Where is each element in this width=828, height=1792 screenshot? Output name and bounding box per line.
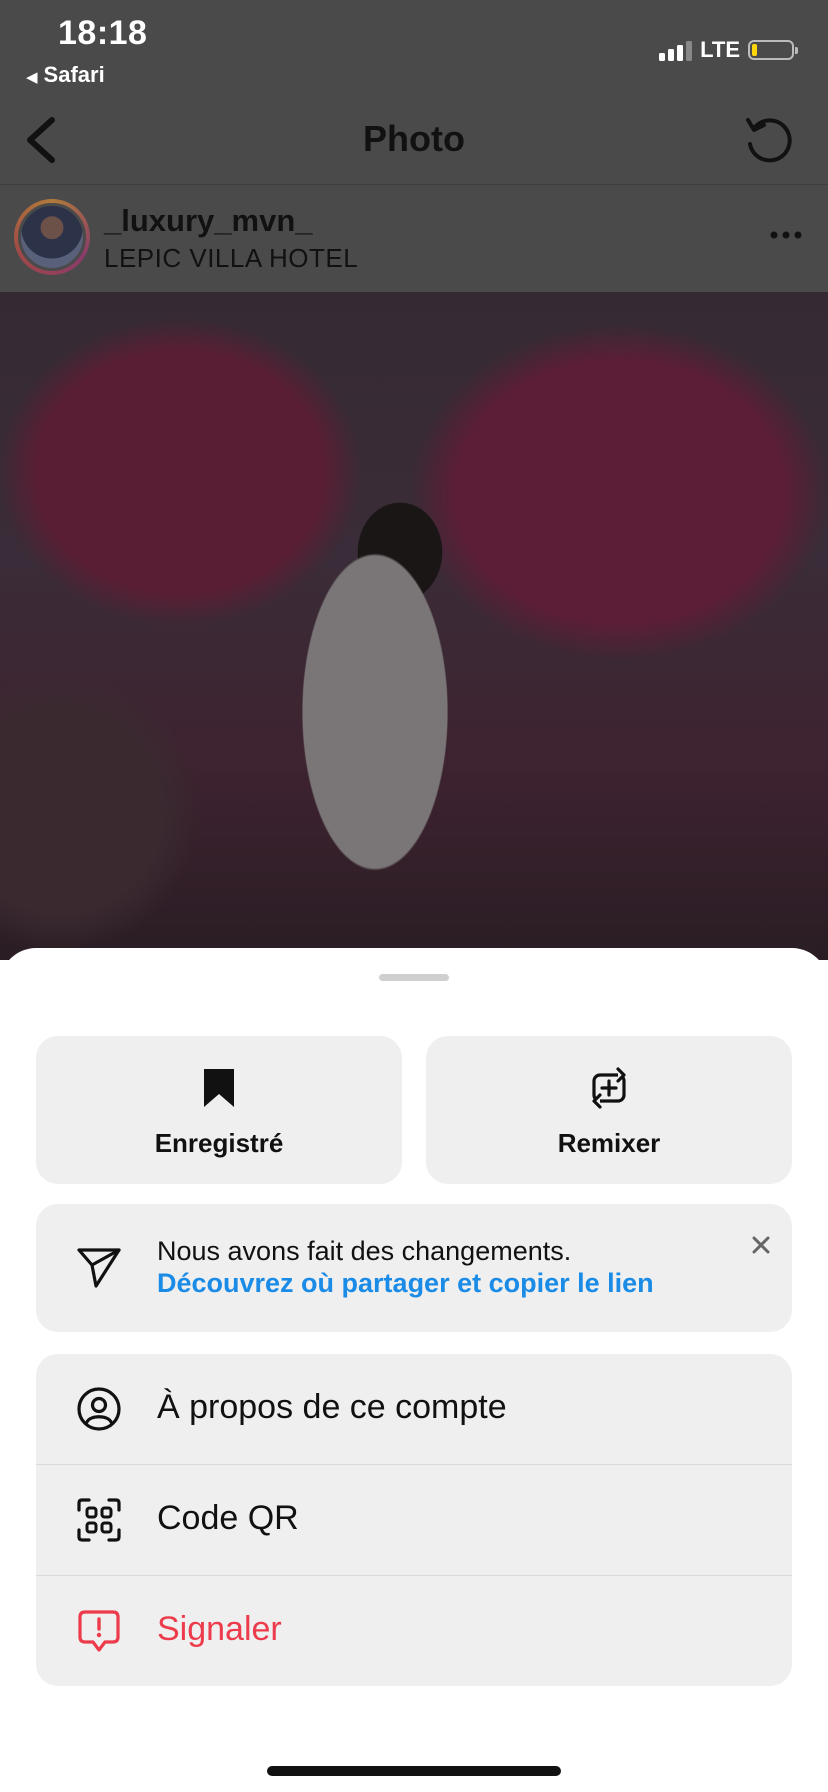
network-label: LTE — [700, 37, 740, 62]
changes-banner: Nous avons fait des changements. Découvr… — [36, 1204, 792, 1332]
back-triangle-icon: ◀ — [26, 69, 38, 86]
dimmed-background[interactable]: 18:18 ◀ Safari LTE Photo _luxury_mvn_ LEP… — [0, 0, 828, 960]
remix-button[interactable]: Remixer — [426, 1036, 792, 1184]
report-icon — [78, 1610, 120, 1652]
avatar[interactable] — [14, 199, 90, 275]
home-indicator[interactable] — [267, 1766, 561, 1776]
menu-item-about-account[interactable]: À propos de ce compte — [36, 1354, 792, 1464]
bookmark-filled-icon — [204, 1069, 234, 1107]
qr-code-icon — [77, 1498, 121, 1542]
post-username[interactable]: _luxury_mvn_ — [104, 203, 313, 239]
close-icon[interactable] — [746, 1230, 776, 1260]
sheet-grabber[interactable] — [379, 974, 449, 981]
banner-message: Nous avons fait des changements. — [157, 1236, 572, 1266]
saved-button[interactable]: Enregistré — [36, 1036, 402, 1184]
status-indicators: LTE — [659, 36, 798, 64]
menu-item-report[interactable]: Signaler — [36, 1576, 792, 1686]
menu-label-qr-code: Code QR — [157, 1499, 299, 1537]
signal-icon — [659, 39, 693, 61]
menu-label-about-account: À propos de ce compte — [157, 1388, 507, 1426]
nav-bar: Photo — [0, 100, 828, 184]
refresh-icon[interactable] — [742, 114, 794, 166]
back-to-app[interactable]: ◀ Safari — [26, 62, 105, 88]
battery-icon — [748, 40, 798, 60]
back-app-label: Safari — [43, 62, 105, 87]
bottom-sheet: Enregistré Remixer Nous avons fait des c… — [0, 948, 828, 1792]
send-icon — [77, 1248, 121, 1288]
page-title: Photo — [363, 118, 465, 159]
ellipsis-icon[interactable] — [766, 215, 806, 255]
menu-label-report: Signaler — [157, 1610, 282, 1648]
banner-link[interactable]: Découvrez où partager et copier le lien — [157, 1268, 654, 1299]
menu-item-qr-code[interactable]: Code QR — [36, 1465, 792, 1575]
saved-label: Enregistré — [154, 1128, 284, 1158]
remix-label: Remixer — [557, 1128, 661, 1158]
status-time: 18:18 — [58, 14, 148, 52]
post-header: _luxury_mvn_ LEPIC VILLA HOTEL — [0, 185, 828, 291]
post-location[interactable]: LEPIC VILLA HOTEL — [104, 243, 358, 274]
account-icon — [77, 1387, 121, 1431]
options-menu: À propos de ce compte Code QR Signaler — [36, 1354, 792, 1686]
post-photo — [0, 292, 828, 960]
remix-icon — [592, 1067, 626, 1109]
